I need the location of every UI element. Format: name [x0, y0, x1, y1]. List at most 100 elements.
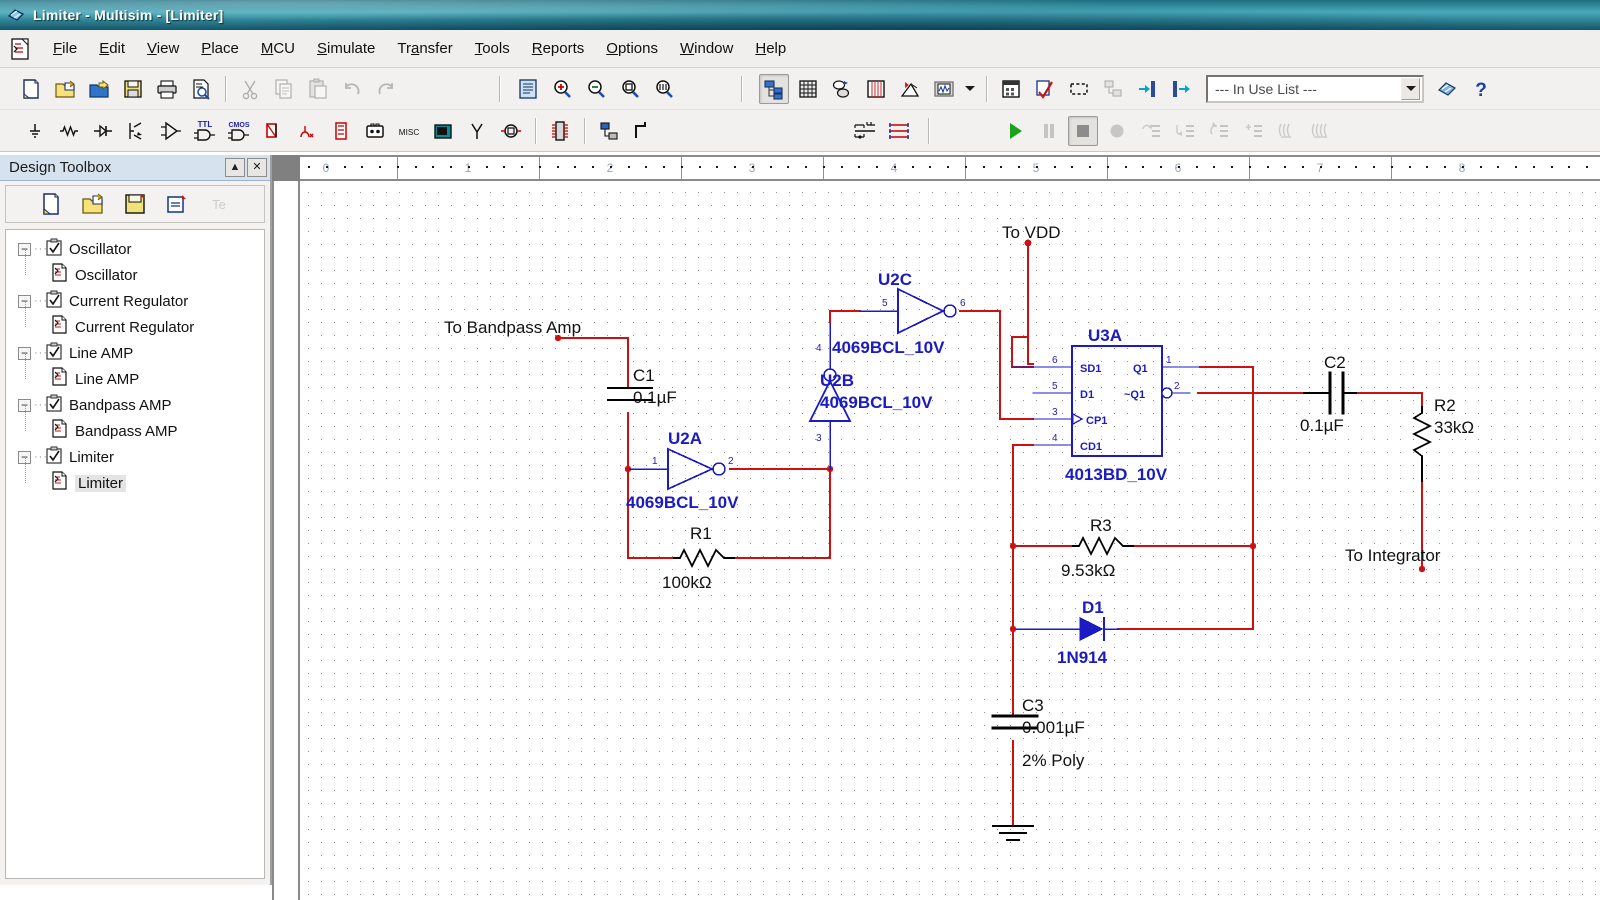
document-icon[interactable]	[8, 36, 34, 62]
tree-project-current-regulator[interactable]: − ··· Current Regulator	[12, 288, 264, 314]
help-question-icon[interactable]: ?	[1466, 74, 1496, 104]
cut-icon[interactable]	[235, 74, 265, 104]
step-into-icon[interactable]	[1170, 116, 1200, 146]
new-sheet-icon[interactable]	[163, 190, 191, 218]
checkbox-checked-icon[interactable]	[46, 290, 63, 313]
back-annotate-icon[interactable]	[1098, 74, 1128, 104]
in-use-list-combobox[interactable]: --- In Use List ---	[1206, 74, 1424, 103]
place-misc-icon[interactable]: MISC	[394, 116, 424, 146]
open-design-icon[interactable]	[79, 190, 107, 218]
chevron-down-icon[interactable]	[1401, 77, 1420, 100]
place-diode-icon[interactable]	[88, 116, 118, 146]
zoom-out-icon[interactable]	[581, 74, 611, 104]
grapher-dropdown-icon[interactable]	[963, 74, 977, 104]
tree-sheet-oscillator[interactable]: Oscillator	[12, 249, 264, 288]
forward-annotate-icon[interactable]	[1132, 74, 1162, 104]
place-advanced-peripherals-icon[interactable]	[428, 116, 458, 146]
place-power-component-icon[interactable]	[360, 116, 390, 146]
step-out-icon[interactable]	[1136, 116, 1166, 146]
menu-tools[interactable]: Tools	[464, 36, 521, 61]
stop-simulation-icon[interactable]	[1068, 115, 1098, 146]
remove-breakpoints-icon[interactable]	[1306, 116, 1336, 146]
postprocessor-icon[interactable]	[996, 74, 1026, 104]
copy-icon[interactable]	[269, 74, 299, 104]
checkbox-checked-icon[interactable]	[46, 238, 63, 261]
tree-sheet-limiter[interactable]: Limiter	[12, 457, 264, 496]
in-use-list-icon[interactable]	[861, 74, 891, 104]
place-basic-icon[interactable]	[54, 116, 84, 146]
tree-project-limiter[interactable]: − ··· Limiter	[12, 444, 264, 470]
open-design-icon[interactable]	[84, 74, 114, 104]
place-hierarchical-block-icon[interactable]	[594, 116, 624, 146]
menu-window[interactable]: Window	[669, 36, 744, 61]
in-use-list-next-icon[interactable]	[1166, 74, 1196, 104]
capture-screen-area-icon[interactable]	[1064, 74, 1094, 104]
place-mixed-icon[interactable]	[292, 116, 322, 146]
menu-place[interactable]: Place	[190, 36, 250, 61]
paste-icon[interactable]	[303, 74, 333, 104]
run-simulation-icon[interactable]	[1000, 116, 1030, 146]
undo-icon[interactable]	[337, 74, 367, 104]
text-icon[interactable]: Te	[205, 190, 233, 218]
menu-transfer[interactable]: Transfer	[386, 36, 463, 61]
database-icon[interactable]	[827, 74, 857, 104]
place-indicator-icon[interactable]	[326, 116, 356, 146]
tree-project-line-amp[interactable]: − ··· Line AMP	[12, 340, 264, 366]
electrical-rules-check-icon[interactable]	[1030, 74, 1060, 104]
step-over-icon[interactable]	[1204, 116, 1234, 146]
place-analog-icon[interactable]	[156, 116, 186, 146]
minimize-icon[interactable]: ▲	[225, 158, 245, 177]
new-file-icon[interactable]	[16, 74, 46, 104]
schematic-canvas[interactable]: To Bandpass Amp To VDD To Integrator C1 …	[300, 181, 1600, 900]
checkbox-checked-icon[interactable]	[46, 394, 63, 417]
tree-sheet-line-amp[interactable]: Line AMP	[12, 353, 264, 392]
place-cmos-icon[interactable]: CMOS	[224, 116, 254, 146]
checkbox-checked-icon[interactable]	[46, 342, 63, 365]
menu-simulate[interactable]: Simulate	[306, 36, 386, 61]
redo-icon[interactable]	[371, 74, 401, 104]
measurement-probe-icon[interactable]	[850, 116, 880, 146]
record-icon[interactable]	[1102, 116, 1132, 146]
multisim-help-icon[interactable]	[1432, 74, 1462, 104]
tree-project-oscillator[interactable]: − ··· Oscillator	[12, 236, 264, 262]
close-icon[interactable]: ✕	[247, 158, 267, 177]
place-misc-digital-icon[interactable]	[258, 116, 288, 146]
spreadsheet-view-icon[interactable]	[793, 74, 823, 104]
toggle-full-screen-icon[interactable]	[513, 74, 543, 104]
grapher-icon[interactable]	[929, 74, 959, 104]
place-electromechanical-icon[interactable]	[496, 116, 526, 146]
tree-sheet-bandpass-amp[interactable]: Bandpass AMP	[12, 405, 264, 444]
place-source-icon[interactable]	[20, 116, 50, 146]
menu-help[interactable]: Help	[744, 36, 797, 61]
menu-edit[interactable]: Edit	[88, 36, 136, 61]
place-ttl-icon[interactable]: TTL	[190, 116, 220, 146]
place-transistor-icon[interactable]	[122, 116, 152, 146]
place-mcu-icon[interactable]	[545, 116, 575, 146]
place-bus-icon[interactable]	[628, 116, 658, 146]
menu-reports[interactable]: Reports	[521, 36, 596, 61]
zoom-area-icon[interactable]	[615, 74, 645, 104]
menu-view[interactable]: View	[136, 36, 190, 61]
toggle-breakpoint-icon[interactable]	[1272, 116, 1302, 146]
print-icon[interactable]	[152, 74, 182, 104]
design-toolbox-icon[interactable]	[759, 73, 789, 104]
menu-options[interactable]: Options	[595, 36, 669, 61]
pause-simulation-icon[interactable]	[1034, 116, 1064, 146]
logic-analyzer-icon[interactable]	[884, 116, 914, 146]
tree-project-bandpass-amp[interactable]: − ··· Bandpass AMP	[12, 392, 264, 418]
save-icon[interactable]	[118, 74, 148, 104]
save-design-icon[interactable]	[121, 190, 149, 218]
place-rf-icon[interactable]	[462, 116, 492, 146]
menu-file[interactable]: FFileile	[42, 36, 88, 61]
run-to-cursor-icon[interactable]	[1238, 116, 1268, 146]
print-preview-icon[interactable]	[186, 74, 216, 104]
menu-mcu[interactable]: MCU	[250, 36, 306, 61]
open-file-icon[interactable]	[50, 74, 80, 104]
checkbox-checked-icon[interactable]	[46, 446, 63, 469]
component-wizard-icon[interactable]	[895, 74, 925, 104]
new-design-icon[interactable]	[37, 190, 65, 218]
zoom-fit-icon[interactable]	[649, 74, 679, 104]
design-tree[interactable]: − ··· Oscillator Oscillator − ··· Curren…	[5, 229, 265, 879]
zoom-in-icon[interactable]	[547, 74, 577, 104]
tree-sheet-current-regulator[interactable]: Current Regulator	[12, 301, 264, 340]
